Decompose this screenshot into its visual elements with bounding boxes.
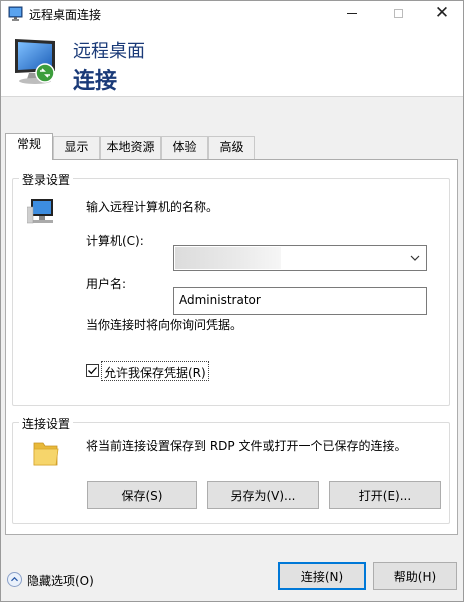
close-button[interactable]: ✕ — [419, 1, 464, 27]
tab-panel-general: 登录设置 输入远程计算机的名称。 计算机(C): 用户名: Administra… — [5, 159, 458, 535]
open-button[interactable]: 打开(E)... — [329, 481, 441, 509]
header-banner: 远程桌面 连接 — [1, 27, 463, 97]
logon-instruction: 输入远程计算机的名称。 — [86, 200, 219, 214]
credential-note: 当你连接时将向你询问凭据。 — [86, 318, 243, 332]
tab-experience[interactable]: 体验 — [161, 136, 208, 159]
tab-advanced[interactable]: 高级 — [208, 136, 255, 159]
computer-combobox[interactable] — [173, 245, 427, 271]
minimize-button[interactable] — [329, 1, 375, 27]
remote-desktop-window: 远程桌面连接 ✕ 远程桌面 连接 常规 显示 本地资源 体验 高级 登录设置 输… — [0, 0, 464, 602]
maximize-icon — [393, 8, 403, 18]
save-credentials-label[interactable]: 允许我保存凭据(R) — [101, 361, 209, 381]
logon-settings-label: 登录设置 — [19, 171, 74, 188]
save-as-button[interactable]: 另存为(V)... — [207, 481, 319, 509]
save-credentials-checkbox[interactable] — [86, 364, 99, 377]
tab-display[interactable]: 显示 — [53, 136, 100, 159]
computer-value-redacted — [175, 247, 281, 269]
username-field[interactable]: Administrator — [173, 287, 427, 315]
chevron-up-icon — [7, 572, 22, 587]
header-title-line1: 远程桌面 — [73, 41, 145, 62]
window-title: 远程桌面连接 — [29, 8, 102, 22]
username-label: 用户名: — [86, 277, 127, 291]
maximize-button[interactable] — [375, 1, 421, 27]
computer-icon — [27, 199, 53, 224]
tab-local-resources[interactable]: 本地资源 — [100, 136, 161, 159]
connection-settings-group: 连接设置 将当前连接设置保存到 RDP 文件或打开一个已保存的连接。 保存(S)… — [12, 415, 450, 524]
save-button[interactable]: 保存(S) — [87, 481, 197, 509]
header-title-line2: 连接 — [73, 69, 118, 94]
connection-settings-label: 连接设置 — [19, 415, 74, 432]
checkmark-icon — [88, 367, 97, 375]
minimize-icon — [347, 12, 357, 14]
hide-options-label[interactable]: 隐藏选项(O) — [27, 572, 94, 589]
help-button[interactable]: 帮助(H) — [373, 562, 457, 590]
connect-button[interactable]: 连接(N) — [278, 562, 366, 590]
logon-settings-group: 登录设置 输入远程计算机的名称。 计算机(C): 用户名: Administra… — [12, 171, 450, 406]
computer-label: 计算机(C): — [86, 234, 144, 248]
close-icon: ✕ — [434, 3, 450, 23]
connection-description: 将当前连接设置保存到 RDP 文件或打开一个已保存的连接。 — [86, 439, 407, 453]
chevron-down-icon[interactable] — [408, 249, 422, 267]
remote-desktop-monitor-icon — [15, 39, 55, 84]
tab-general[interactable]: 常规 — [5, 133, 53, 160]
title-bar[interactable]: 远程桌面连接 ✕ — [1, 1, 463, 27]
folder-icon — [33, 442, 59, 466]
app-icon — [8, 6, 23, 21]
